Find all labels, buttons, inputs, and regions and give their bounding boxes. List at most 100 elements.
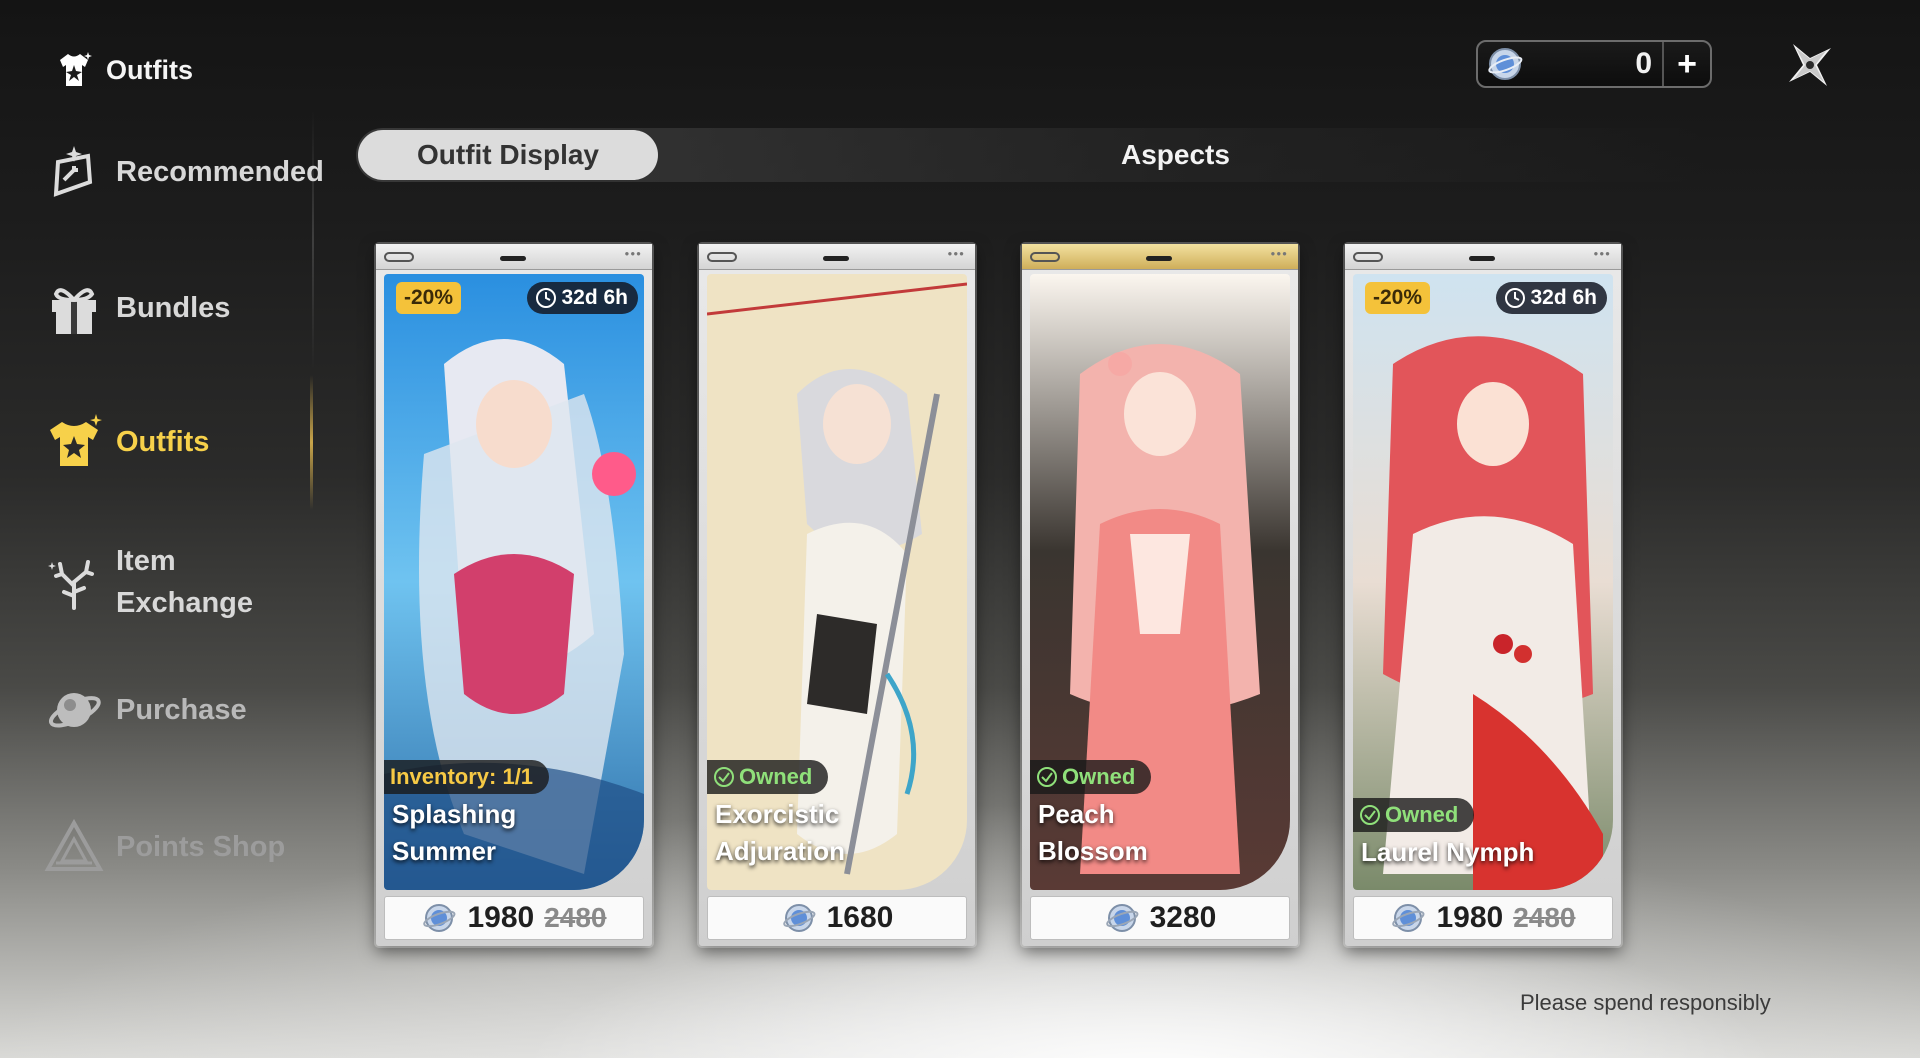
outfit-artwork: Owned Exorcistic Adjuration <box>707 274 967 890</box>
sidebar-item-purchase[interactable]: Purchase <box>44 680 247 740</box>
price-tag: 1980 2480 <box>1353 896 1613 940</box>
card-header-slot <box>1146 256 1172 261</box>
owned-text: Owned <box>739 764 813 789</box>
owned-status: Owned <box>1030 760 1152 794</box>
outfit-name: Peach Blossom <box>1038 796 1148 870</box>
sidebar-item-label: Points Shop <box>116 831 286 863</box>
card-header-hole <box>1353 252 1383 262</box>
timer-text: 32d 6h <box>1530 286 1597 309</box>
sidebar-item-item-exchange[interactable]: Item Exchange <box>44 540 253 624</box>
tab-outfit-display[interactable]: Outfit Display <box>358 130 658 180</box>
check-circle-icon <box>1360 805 1380 825</box>
outfit-artwork: Owned Peach Blossom <box>1030 274 1290 890</box>
sidebar-item-label: Item <box>116 545 176 577</box>
page-header: Outfits <box>52 48 193 92</box>
price-tag: 3280 <box>1030 896 1290 940</box>
sidebar-item-label: Recommended <box>116 156 324 188</box>
sidebar-item-label-group: Item Exchange <box>116 540 253 624</box>
planet-icon <box>48 693 101 728</box>
currency-amount: 0 <box>1635 47 1652 80</box>
card-header-tag: ●●● <box>1270 249 1288 258</box>
sidebar-item-recommended[interactable]: Recommended <box>44 142 324 202</box>
spend-responsibly-note: Please spend responsibly <box>1520 990 1771 1015</box>
sidebar-item-outfits[interactable]: Outfits <box>44 412 209 472</box>
current-price: 1980 <box>467 901 535 934</box>
clock-icon <box>536 288 557 308</box>
clock-icon <box>1505 288 1526 308</box>
discount-badge: -20% <box>1365 282 1431 314</box>
timer-text: 32d 6h <box>561 286 628 309</box>
outfit-artwork: -20% 32d 6h Inventory: 1/1 Splashing Sum… <box>384 274 644 890</box>
close-icon[interactable] <box>1783 38 1837 92</box>
coral-icon <box>48 560 94 610</box>
sidebar-item-label: Bundles <box>116 292 231 324</box>
outfit-card-splashing-summer[interactable]: ●●● -20% 32d 6h Inventory: 1/1 Splashing… <box>376 244 652 946</box>
outfit-name-line2: Adjuration <box>715 836 845 866</box>
lunite-currency-icon <box>782 904 816 932</box>
card-header-slot <box>1469 256 1495 261</box>
card-header: ●●● <box>699 244 975 270</box>
add-currency-button[interactable]: + <box>1662 42 1710 86</box>
discount-badge: -20% <box>396 282 462 314</box>
outfit-name: Laurel Nymph <box>1361 834 1534 871</box>
card-header-tag: ●●● <box>947 249 965 258</box>
sidebar-item-bundles[interactable]: Bundles <box>44 278 230 338</box>
lunite-currency-icon <box>423 904 456 932</box>
card-header: ●●● <box>1022 244 1298 270</box>
outfit-name: Splashing Summer <box>392 796 516 870</box>
outfit-card-peach-blossom[interactable]: ●●● Owned Peach Blossom 3280 <box>1022 244 1298 946</box>
outfit-icon <box>60 52 92 86</box>
sidebar-item-label: Purchase <box>116 694 247 726</box>
currency-display: 0 + <box>1476 40 1712 88</box>
tab-bar: Outfit Display Aspects <box>356 128 1706 182</box>
sidebar-item-label: Outfits <box>116 426 210 458</box>
timer-badge: 32d 6h <box>1496 282 1607 314</box>
outfit-name-line1: Laurel Nymph <box>1361 837 1535 867</box>
owned-text: Owned <box>1385 802 1459 827</box>
check-circle-icon <box>1037 767 1057 787</box>
original-price: 2480 <box>1513 902 1576 933</box>
triangle-icon <box>44 818 104 871</box>
lunite-currency-icon <box>1488 48 1523 80</box>
lunite-currency-icon <box>1392 904 1425 932</box>
outfit-name-line1: Peach <box>1038 799 1115 829</box>
current-price: 1980 <box>1436 901 1504 934</box>
outfit-name-line1: Splashing <box>392 799 517 829</box>
outfit-name: Exorcistic Adjuration <box>715 796 845 870</box>
timer-badge: 32d 6h <box>527 282 638 314</box>
outfit-card-exorcistic-adjuration[interactable]: ●●● Owned Exorcistic Adjuration 1680 <box>699 244 975 946</box>
card-header-slot <box>823 256 849 261</box>
current-price: 1680 <box>826 901 894 934</box>
price-tag: 1980 2480 <box>384 896 644 940</box>
sidebar-item-points-shop[interactable]: Points Shop <box>44 817 285 877</box>
card-header: ●●● <box>1345 244 1621 270</box>
outfit-name-line1: Exorcistic <box>715 799 840 829</box>
inventory-text: Inventory: 1/1 <box>390 764 534 789</box>
card-header-hole <box>707 252 737 262</box>
recommended-icon <box>53 146 93 197</box>
card-header-hole <box>384 252 414 262</box>
page-title: Outfits <box>106 54 193 85</box>
sidebar-active-indicator <box>310 375 313 510</box>
gift-icon <box>52 288 96 334</box>
outfit-card-laurel-nymph[interactable]: ●●● -20% 32d 6h Owned Laurel Nymph 1980 … <box>1345 244 1621 946</box>
inventory-status: Inventory: 1/1 <box>384 760 550 794</box>
sidebar-item-label-line2: Exchange <box>116 587 253 619</box>
card-header-tag: ●●● <box>1593 249 1611 258</box>
owned-text: Owned <box>1062 764 1136 789</box>
card-header-tag: ●●● <box>624 249 642 258</box>
owned-status: Owned <box>1353 798 1475 832</box>
price-tag: 1680 <box>707 896 967 940</box>
tab-aspects[interactable]: Aspects <box>971 130 1371 180</box>
outfit-name-line2: Blossom <box>1038 836 1148 866</box>
card-header: ●●● <box>376 244 652 270</box>
check-circle-icon <box>714 767 734 787</box>
outfit-artwork: -20% 32d 6h Owned Laurel Nymph <box>1353 274 1613 890</box>
lunite-currency-icon <box>1105 904 1139 932</box>
card-header-slot <box>500 256 526 261</box>
owned-status: Owned <box>707 760 829 794</box>
original-price: 2480 <box>544 902 607 933</box>
current-price: 3280 <box>1149 901 1217 934</box>
outfit-name-line2: Summer <box>392 836 497 866</box>
outfit-icon <box>50 414 102 466</box>
